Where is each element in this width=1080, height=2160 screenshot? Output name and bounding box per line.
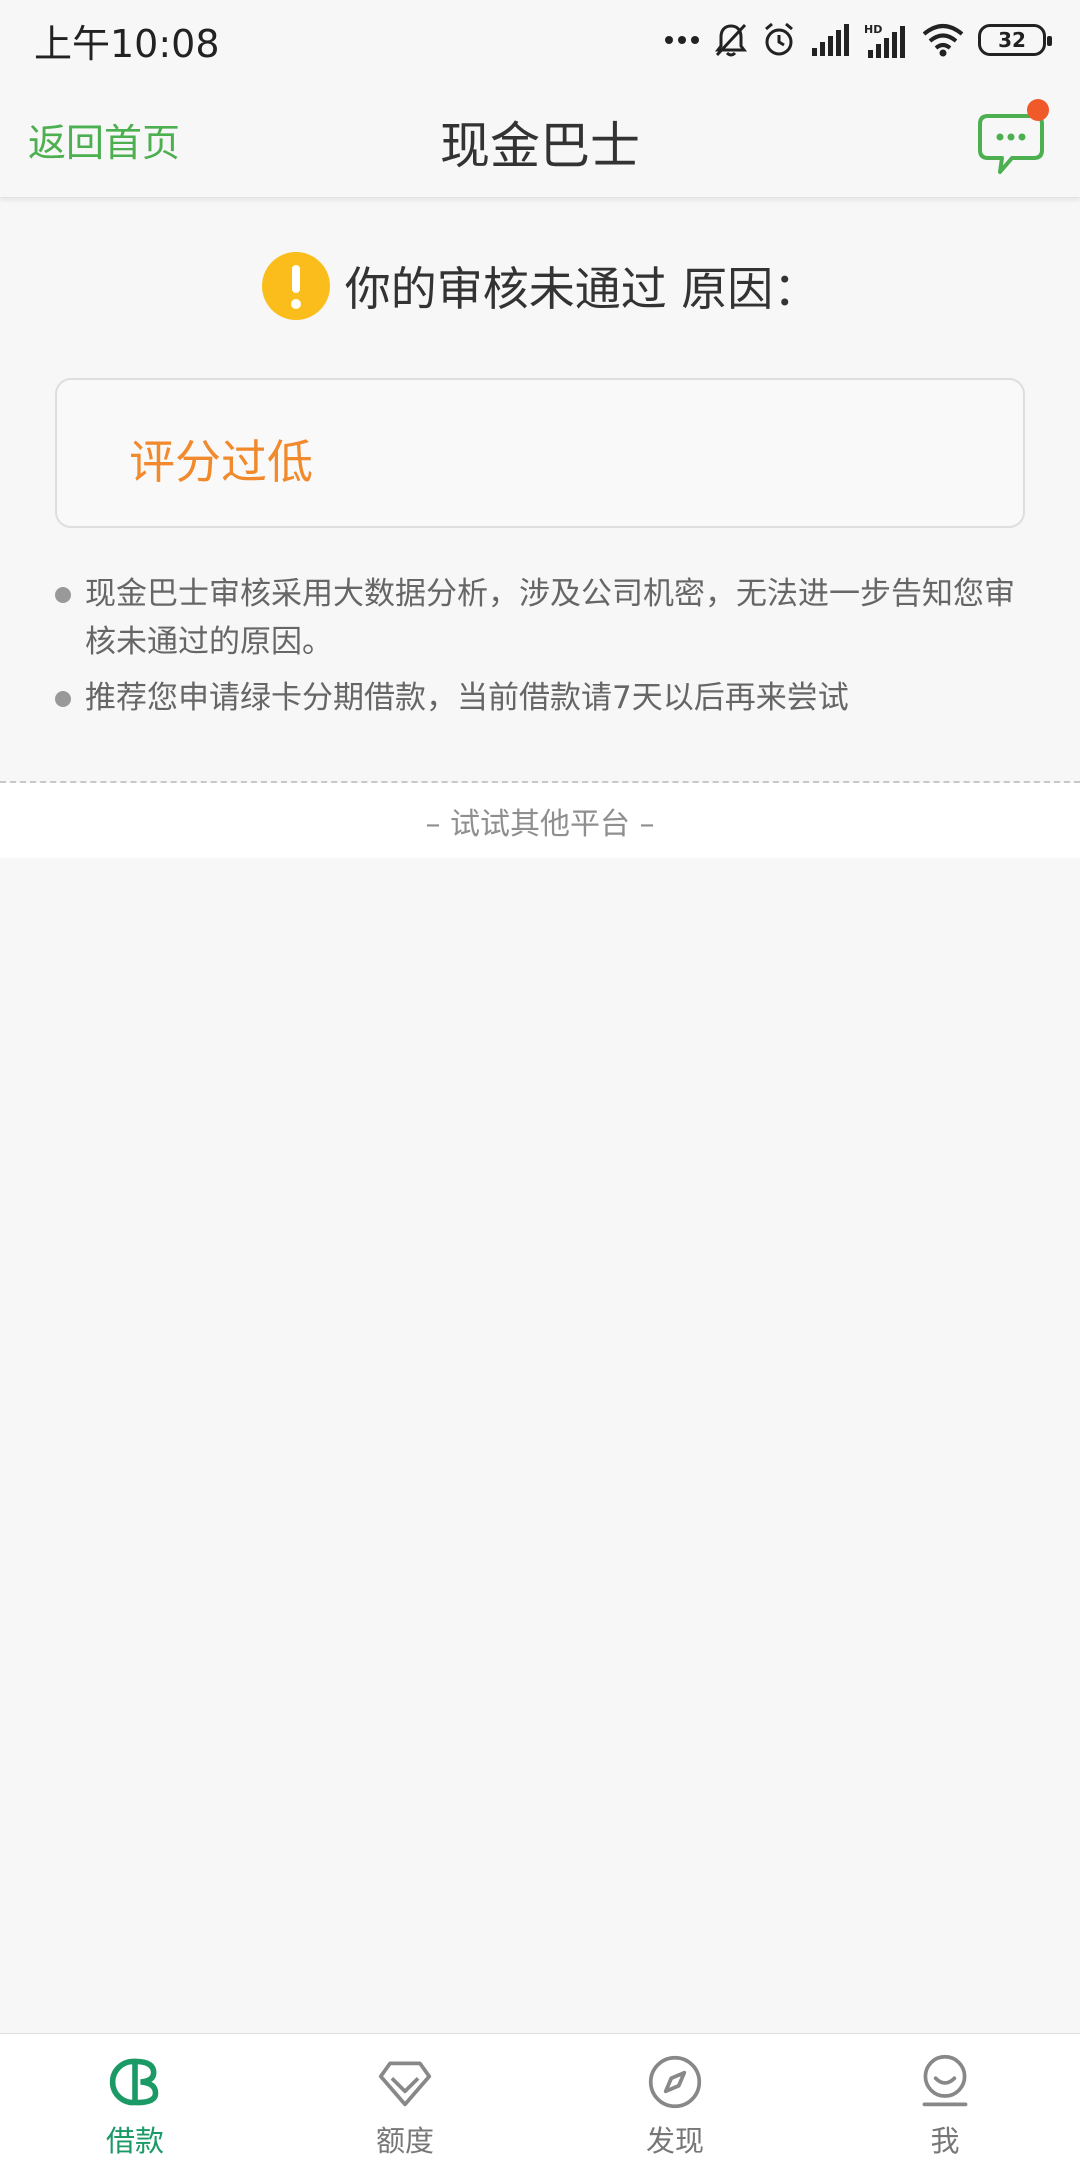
- tab-quota[interactable]: 额度: [270, 2034, 540, 2160]
- tab-label: 额度: [375, 2124, 434, 2158]
- profile-icon: [922, 2054, 968, 2107]
- battery-icon: 32: [978, 24, 1052, 56]
- nav-bar: 返回首页 现金巴士: [0, 80, 1080, 198]
- note-item: 推荐您申请绿卡分期借款，当前借款请7天以后再来尝试: [55, 674, 1035, 722]
- status-icons: HD 32: [664, 22, 1052, 58]
- tab-label: 我: [930, 2124, 960, 2158]
- other-platforms-label: – 试试其他平台 –: [425, 806, 655, 842]
- more-dots-icon: [665, 36, 699, 44]
- status-bar: 上午10:08 HD 32: [0, 0, 1080, 80]
- notification-badge: [1027, 99, 1049, 121]
- bottom-tab-bar: 借款 额度 发现 我: [0, 2033, 1080, 2160]
- other-platforms-link[interactable]: – 试试其他平台 –: [0, 783, 1080, 858]
- svg-text:HD: HD: [864, 23, 882, 36]
- diamond-icon: [378, 2061, 432, 2107]
- reason-box: 评分过低: [55, 378, 1025, 528]
- tab-label: 发现: [645, 2124, 704, 2158]
- note-text: 现金巴士审核采用大数据分析，涉及公司机密，无法进一步告知您审核未通过的原因。: [85, 576, 1015, 660]
- note-text: 推荐您申请绿卡分期借款，当前借款请7天以后再来尝试: [85, 680, 849, 716]
- wifi-icon: [922, 24, 964, 57]
- hd-signal-icon: HD: [864, 23, 905, 58]
- bullet-dot-icon: [55, 587, 71, 603]
- mute-bell-icon: [715, 23, 747, 57]
- tab-label: 借款: [105, 2124, 164, 2158]
- warning-icon: [261, 252, 330, 320]
- alarm-icon: [765, 22, 793, 56]
- tab-discover[interactable]: 发现: [540, 2034, 810, 2160]
- review-notes: 现金巴士审核采用大数据分析，涉及公司机密，无法进一步告知您审核未通过的原因。 推…: [55, 570, 1035, 730]
- battery-level: 32: [998, 28, 1026, 52]
- tab-loan[interactable]: 借款: [0, 2034, 270, 2160]
- review-header: 你的审核未通过 原因：: [0, 250, 1080, 322]
- review-header-text: 你的审核未通过 原因：: [344, 262, 820, 316]
- reason-text: 评分过低: [129, 435, 313, 489]
- status-time: 上午10:08: [34, 21, 220, 66]
- tab-me[interactable]: 我: [810, 2034, 1080, 2160]
- signal-icon: [812, 24, 849, 56]
- compass-icon: [648, 2055, 702, 2109]
- note-item: 现金巴士审核采用大数据分析，涉及公司机密，无法进一步告知您审核未通过的原因。: [55, 570, 1035, 666]
- message-button[interactable]: [970, 98, 1050, 178]
- page-title: 现金巴士: [440, 117, 640, 175]
- chat-bubble-icon: [978, 99, 1049, 174]
- bullet-dot-icon: [55, 691, 71, 707]
- loan-icon: [109, 2058, 159, 2106]
